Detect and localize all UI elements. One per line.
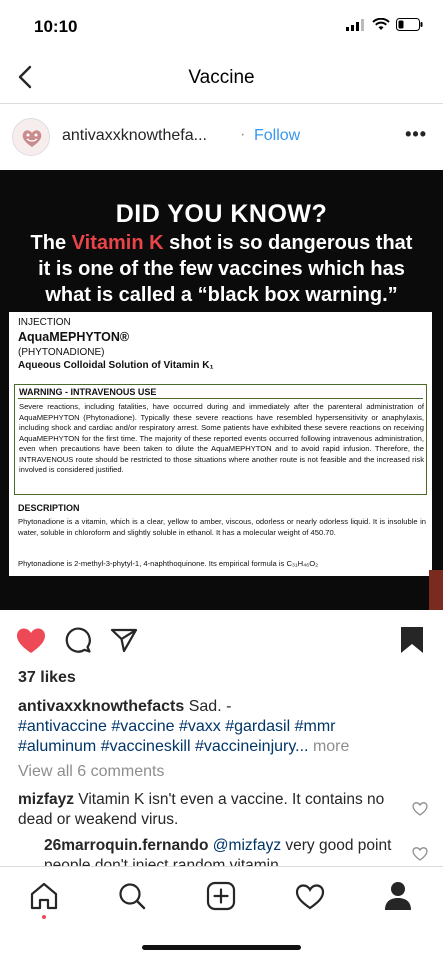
post-image[interactable]: DID YOU KNOW? The Vitamin K shot is so d… <box>0 170 443 610</box>
caption-username[interactable]: antivaxxknowthefacts <box>18 698 184 715</box>
warning-text: Severe reactions, including fatalities, … <box>19 402 424 474</box>
black-box-warning: WARNING - INTRAVENOUS USE Severe reactio… <box>14 384 427 495</box>
status-time: 10:10 <box>34 17 78 36</box>
share-button[interactable] <box>108 624 140 656</box>
warning-title: WARNING - INTRAVENOUS USE <box>19 387 157 397</box>
view-all-comments-link[interactable]: View all 6 comments <box>18 763 164 781</box>
label-injection: INJECTION <box>18 317 71 328</box>
tab-activity[interactable] <box>293 879 327 913</box>
status-bar: 10:10 <box>0 0 443 54</box>
separator-dot: · <box>240 126 246 143</box>
wifi-icon <box>372 18 390 30</box>
comment-mention[interactable]: @mizfayz <box>209 837 281 854</box>
image-headline: DID YOU KNOW? <box>115 200 328 228</box>
tab-home[interactable] <box>27 879 61 913</box>
tab-profile[interactable] <box>381 879 415 913</box>
image-line-1-end: shot is so dangerous that <box>163 232 413 254</box>
bottom-tab-bar <box>0 866 443 960</box>
avatar-logo-icon <box>14 120 49 155</box>
caption-hashtags-line-2[interactable]: #aluminum #vaccineskill #vaccineinjury..… <box>18 738 309 755</box>
comment-username[interactable]: 26marroquin.fernando <box>44 837 209 854</box>
comment-item: 26marroquin.fernando @mizfayz very good … <box>44 836 404 868</box>
comment-icon <box>65 627 91 653</box>
page-title: Vaccine <box>188 67 255 88</box>
caption-hashtags-line-1[interactable]: #antivaccine #vaccine #vaxx #gardasil #m… <box>18 718 335 735</box>
home-indicator <box>142 945 301 950</box>
home-icon <box>30 882 58 910</box>
description-title: DESCRIPTION <box>18 503 80 513</box>
home-activity-dot <box>42 915 46 919</box>
post-actions <box>0 618 443 662</box>
search-icon <box>119 883 146 910</box>
label-brand: AquaMEPHYTON® <box>18 330 130 344</box>
profile-icon <box>385 882 411 910</box>
label-solution: Aqueous Colloidal Solution of Vitamin K₁ <box>18 360 214 371</box>
status-icons <box>346 18 423 31</box>
image-line-1-start: The <box>30 232 72 254</box>
save-button[interactable] <box>396 624 428 656</box>
heart-outline-icon <box>295 883 325 909</box>
warning-divider <box>18 398 423 399</box>
post-header: antivaxxknowthefa... · Follow ••• <box>0 112 443 162</box>
avatar[interactable] <box>12 118 50 156</box>
image-line-1: The Vitamin K shot is so dangerous that <box>0 232 443 255</box>
comment-username[interactable]: mizfayz <box>18 791 74 808</box>
caption-more-link[interactable]: more <box>309 738 349 755</box>
heart-filled-icon <box>17 628 45 653</box>
label-generic: (PHYTONADIONE) <box>18 347 105 358</box>
more-options-button[interactable]: ••• <box>405 124 427 145</box>
like-count[interactable]: 37 likes <box>18 669 76 687</box>
comment-like-icon[interactable] <box>412 801 428 817</box>
image-line-2: it is one of the few vaccines which has <box>38 258 405 280</box>
post-caption: antivaxxknowthefacts Sad. - #antivaccine… <box>18 697 428 757</box>
bookmark-filled-icon <box>401 627 423 653</box>
tab-search[interactable] <box>115 879 149 913</box>
comment-like-icon[interactable] <box>412 846 428 862</box>
vitamin-k-highlight: Vitamin K <box>71 232 164 254</box>
caption-text: Sad. - <box>184 698 232 715</box>
description-text: Phytonadione is a vitamin, which is a cl… <box>18 517 426 537</box>
like-button[interactable] <box>15 624 47 656</box>
drug-label: INJECTION AquaMEPHYTON® (PHYTONADIONE) A… <box>9 312 432 576</box>
nav-bar: Vaccine <box>0 54 443 104</box>
image-edge-strip <box>429 570 443 610</box>
comment-button[interactable] <box>62 624 94 656</box>
signal-icon <box>346 18 364 31</box>
paper-plane-icon <box>110 628 138 653</box>
plus-square-icon <box>206 881 236 911</box>
follow-button[interactable]: Follow <box>254 127 300 145</box>
image-line-3: what is called a “black box warning.” <box>45 284 398 306</box>
tab-new-post[interactable] <box>204 879 238 913</box>
description-formula: Phytonadione is 2-methyl-3-phytyl-1, 4-n… <box>18 559 319 568</box>
battery-icon <box>396 18 423 31</box>
post-username[interactable]: antivaxxknowthefa... <box>62 127 207 145</box>
comment-item: mizfayz Vitamin K isn't even a vaccine. … <box>18 790 398 830</box>
